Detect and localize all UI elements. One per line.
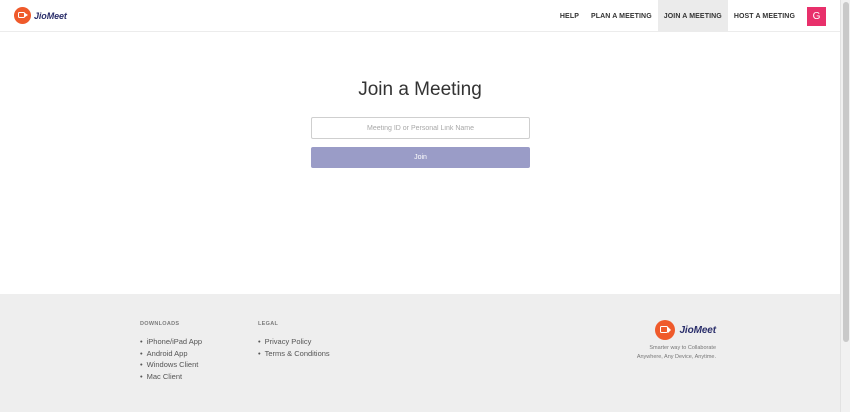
footer-tagline: Smarter way to Collaborate Anywhere, Any… (636, 345, 716, 360)
legal-link-terms-conditions[interactable]: Terms & Conditions (258, 348, 330, 360)
brand-name: JioMeet (34, 10, 67, 21)
footer-downloads-column: DOWNLOADS iPhone/iPad App Android App Wi… (140, 321, 202, 382)
download-link-mac[interactable]: Mac Client (140, 371, 202, 383)
nav-help[interactable]: HELP (554, 0, 585, 32)
legal-link-privacy-policy[interactable]: Privacy Policy (258, 336, 330, 348)
top-header: JioMeet HELP PLAN A MEETING JOIN A MEETI… (0, 0, 840, 32)
video-camera-logo-icon (14, 7, 31, 24)
nav-host-a-meeting[interactable]: HOST A MEETING (728, 0, 801, 32)
scrollbar-thumb[interactable] (843, 2, 849, 342)
download-link-windows[interactable]: Windows Client (140, 359, 202, 371)
footer-brand-logo: JioMeet (655, 320, 716, 340)
join-meeting-section: Join a Meeting Join (0, 33, 840, 293)
legal-heading: LEGAL (258, 321, 279, 327)
nav-plan-a-meeting[interactable]: PLAN A MEETING (585, 0, 658, 32)
vertical-scrollbar[interactable] (840, 0, 850, 412)
header-brand-logo[interactable]: JioMeet (14, 7, 67, 24)
download-link-iphone-ipad[interactable]: iPhone/iPad App (140, 336, 202, 348)
meeting-id-input[interactable] (311, 117, 530, 139)
nav-join-a-meeting[interactable]: JOIN A MEETING (657, 0, 728, 32)
downloads-heading: DOWNLOADS (140, 321, 180, 327)
footer-legal-column: LEGAL Privacy Policy Terms & Conditions (258, 321, 330, 359)
video-camera-logo-icon (655, 320, 676, 340)
join-button[interactable]: Join (311, 147, 530, 168)
app-window: JioMeet HELP PLAN A MEETING JOIN A MEETI… (0, 0, 840, 412)
footer: DOWNLOADS iPhone/iPad App Android App Wi… (0, 294, 840, 412)
user-avatar[interactable]: G (807, 6, 826, 26)
download-link-android[interactable]: Android App (140, 348, 202, 360)
page-title: Join a Meeting (358, 79, 482, 100)
footer-brand-name: JioMeet (679, 324, 716, 336)
top-navigation: HELP PLAN A MEETING JOIN A MEETING HOST … (554, 0, 826, 32)
